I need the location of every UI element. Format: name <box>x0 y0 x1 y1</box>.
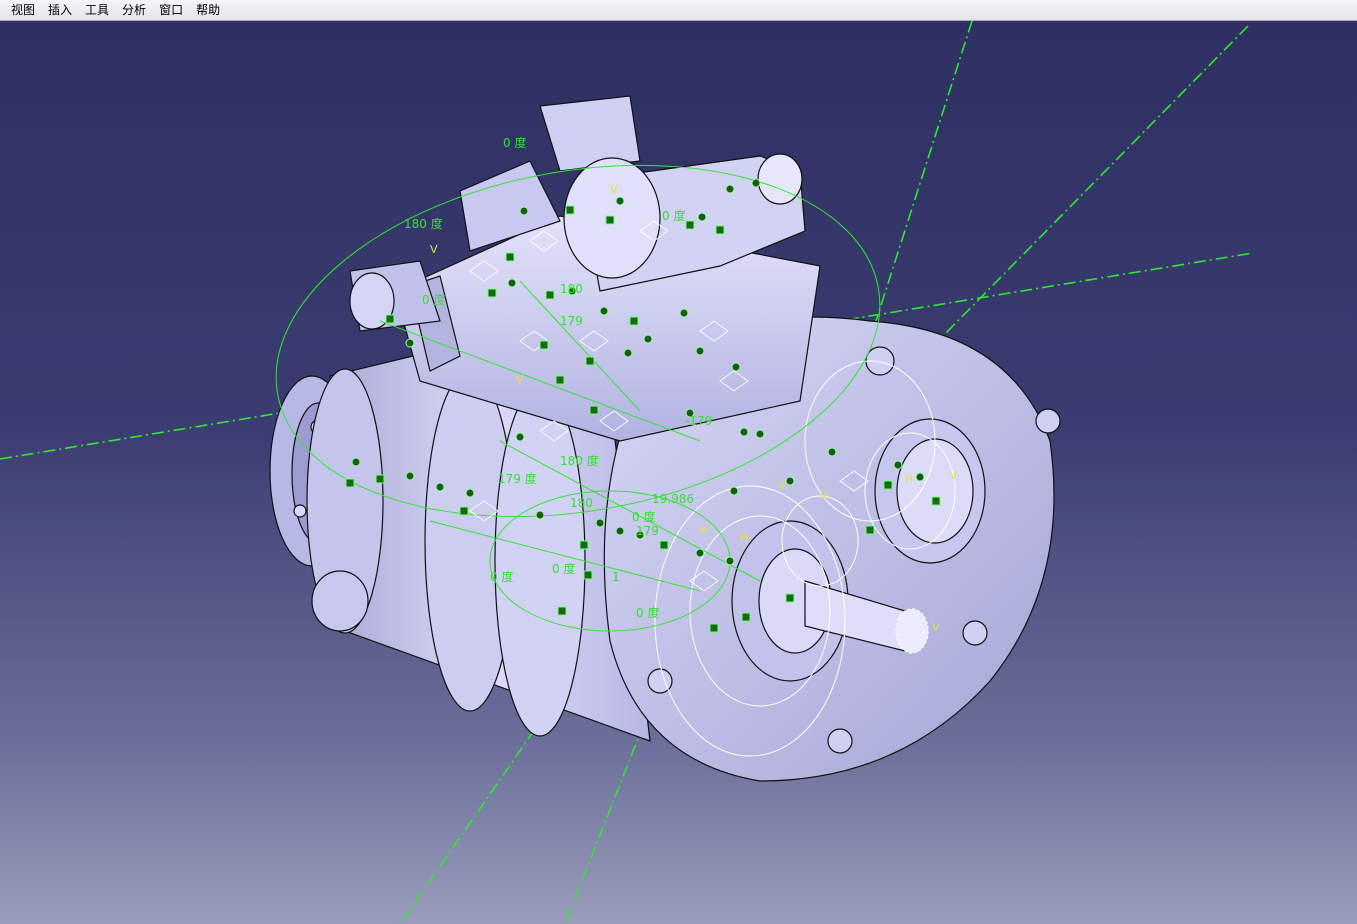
distance-annotation: 1 <box>612 570 620 584</box>
horizontal-symbol: H <box>905 473 913 486</box>
vertical-symbol: V <box>610 183 618 196</box>
angle-annotation: 0 度 <box>503 135 526 150</box>
bolt-lug <box>827 728 853 754</box>
menu-insert[interactable]: 插入 <box>42 1 78 20</box>
motor-shaft-end <box>757 153 803 205</box>
angle-annotation: 0 度 <box>662 208 685 223</box>
shaft-spline-end <box>895 608 929 654</box>
vertical-symbol: V <box>932 621 940 634</box>
bolt-lug <box>962 620 988 646</box>
mount-boss <box>311 570 369 632</box>
angle-annotation: 0 度 <box>636 605 659 620</box>
vertical-symbol: V <box>778 479 786 492</box>
angle-annotation: 179 <box>560 314 583 328</box>
menu-window[interactable]: 窗口 <box>153 1 189 20</box>
bolt-lug <box>1035 408 1061 434</box>
flange-hole <box>293 504 307 518</box>
vertical-symbol: V <box>950 469 958 482</box>
angle-annotation: 179 度 <box>498 471 537 486</box>
angle-annotation: 179 <box>636 524 659 538</box>
angle-annotation: 180 <box>570 496 593 510</box>
vertical-symbol: V <box>820 489 828 502</box>
distance-annotation: 19.986 <box>652 492 694 506</box>
gearbox-model[interactable] <box>269 95 1061 782</box>
menu-bar: 视图 插入 工具 分析 窗口 帮助 <box>0 0 1357 21</box>
housing-ring <box>494 385 586 737</box>
vertical-symbol: V <box>430 243 438 256</box>
angle-annotation: 180 度 <box>404 216 443 231</box>
angle-annotation: 180 <box>560 282 583 296</box>
menu-help[interactable]: 帮助 <box>190 1 226 20</box>
menu-analyze[interactable]: 分析 <box>116 1 152 20</box>
horizontal-symbol: H <box>700 523 708 536</box>
horizontal-symbol: H <box>740 531 748 544</box>
model-canvas[interactable]: 180 度 0 度 0 度 180 180 度 179 度 19.986 0 度… <box>0 21 1357 924</box>
angle-annotation: 0 度 <box>552 561 575 576</box>
menu-tools[interactable]: 工具 <box>79 1 115 20</box>
upper-port-inner <box>896 438 974 544</box>
angle-annotation: 0 度 <box>632 509 655 524</box>
angle-annotation: 180 度 <box>560 453 599 468</box>
menu-view[interactable]: 视图 <box>5 1 41 20</box>
vertical-symbol: V <box>516 373 524 386</box>
angle-annotation: 0 度 <box>490 569 513 584</box>
angle-annotation: 0 度 <box>422 292 445 307</box>
3d-viewport[interactable]: 180 度 0 度 0 度 180 180 度 179 度 19.986 0 度… <box>0 21 1357 924</box>
angle-annotation: -179 <box>685 414 712 428</box>
